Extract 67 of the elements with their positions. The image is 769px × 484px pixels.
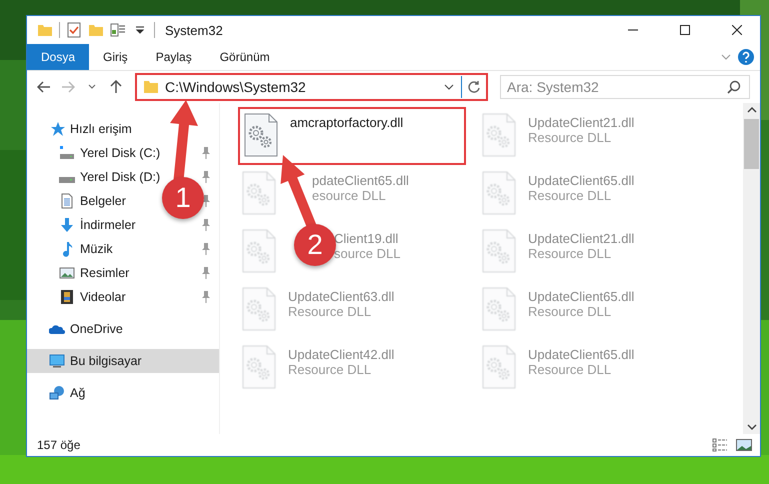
details-view-icon[interactable] xyxy=(712,438,728,452)
properties-icon[interactable] xyxy=(110,22,126,38)
ribbon-tab[interactable]: Giriş xyxy=(89,44,142,70)
search-field[interactable]: Ara: System32 xyxy=(500,75,750,99)
refresh-icon[interactable] xyxy=(467,80,481,94)
back-arrow-icon xyxy=(37,81,51,93)
file-type: Resource DLL xyxy=(288,304,372,319)
sidebar-item[interactable]: Belgeler xyxy=(59,189,126,213)
address-bar[interactable]: C:\Windows\System32 xyxy=(135,73,488,101)
sidebar-item[interactable]: Hızlı erişim xyxy=(27,117,219,141)
film-icon xyxy=(59,289,75,305)
ribbon-tab[interactable]: Görünüm xyxy=(206,44,284,70)
star-icon xyxy=(49,121,65,137)
window-title: System32 xyxy=(165,22,223,38)
chevron-down-icon[interactable] xyxy=(746,424,756,430)
file-gear-icon xyxy=(242,287,276,331)
file-name[interactable]: amcraptorfactory.dll xyxy=(290,115,404,130)
monitor-icon xyxy=(49,353,65,369)
file-type: Resource DLL xyxy=(528,362,612,377)
file-type: Resource DLL xyxy=(288,362,372,377)
file-type: Resource DLL xyxy=(528,246,612,261)
file-gear-icon xyxy=(244,113,278,157)
picture-icon xyxy=(59,265,75,281)
search-icon xyxy=(727,80,741,94)
file-gear-icon xyxy=(482,345,516,389)
drive-icon xyxy=(59,145,75,161)
file-type: source DLL xyxy=(334,246,400,261)
file-type: esource DLL xyxy=(312,188,387,203)
file-gear-icon xyxy=(482,171,516,215)
file-menu-tab[interactable]: Dosya xyxy=(27,44,90,70)
sidebar-item[interactable]: Bu bilgisayar xyxy=(27,349,219,373)
sidebar-item[interactable]: Videolar xyxy=(59,285,126,309)
ribbon-tab[interactable]: Paylaş xyxy=(142,44,206,70)
folder-icon xyxy=(143,79,159,95)
network-icon xyxy=(49,385,65,401)
sidebar-item[interactable]: Yerel Disk (C:) xyxy=(59,141,160,165)
close-icon xyxy=(732,25,742,35)
sidebar-item[interactable]: Resimler xyxy=(59,261,130,285)
chevron-up-icon[interactable] xyxy=(746,107,756,113)
document-icon xyxy=(59,193,75,209)
file-type: Resource DLL xyxy=(528,130,612,145)
file-type: Resource DLL xyxy=(528,188,612,203)
caret-icon xyxy=(88,84,96,90)
up-arrow-icon xyxy=(110,80,122,94)
sidebar-item[interactable]: Yerel Disk (D:) xyxy=(59,165,160,189)
file-gear-icon xyxy=(482,287,516,331)
file-gear-icon xyxy=(482,113,516,157)
scrollbar[interactable] xyxy=(743,103,760,434)
forward-arrow-icon xyxy=(61,81,75,93)
file-gear-icon xyxy=(482,229,516,273)
sidebar-item[interactable]: İndirmeler xyxy=(59,213,136,237)
file-gear-icon xyxy=(242,345,276,389)
file-type: Resource DLL xyxy=(528,304,612,319)
help-icon[interactable] xyxy=(738,49,754,65)
item-count: 157 öğe xyxy=(37,438,80,452)
file-gear-icon xyxy=(242,171,276,215)
drive-icon xyxy=(59,177,75,183)
large-icons-view-icon[interactable] xyxy=(736,438,752,452)
checklist-icon[interactable] xyxy=(66,22,82,38)
sidebar-item[interactable]: Müzik xyxy=(59,237,113,261)
download-icon xyxy=(59,217,75,233)
file-gear-icon xyxy=(242,229,276,273)
minimize-icon xyxy=(628,29,638,31)
scrollbar-thumb[interactable] xyxy=(744,119,759,169)
sidebar-item[interactable]: Ağ xyxy=(27,381,219,405)
sidebar-item[interactable]: OneDrive xyxy=(27,317,219,341)
maximize-icon xyxy=(680,25,690,35)
